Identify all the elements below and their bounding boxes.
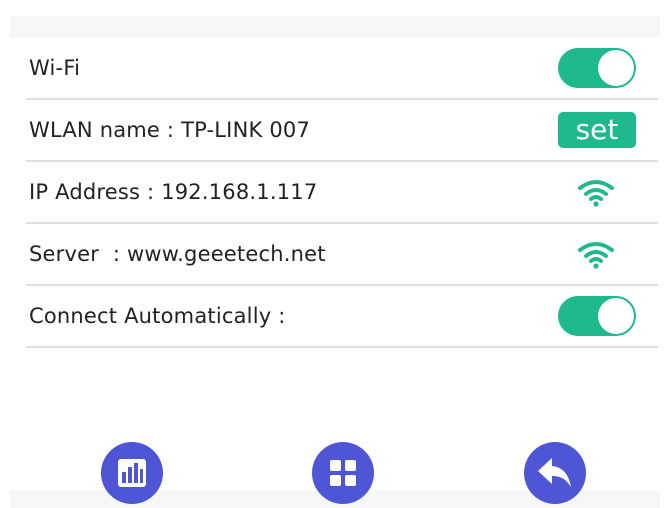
wifi-label: Wi-Fi [29,56,81,80]
grid-menu-icon [330,460,356,486]
wifi-signal-icon [578,242,614,269]
auto-connect-label: Connect Automatically : [29,304,286,328]
wlan-row: WLAN name : TP-LINK 007 set [26,100,658,162]
auto-connect-toggle[interactable] [558,296,636,336]
back-button[interactable] [524,442,586,504]
auto-connect-toggle-knob [598,298,634,334]
ip-address-label: IP Address : 192.168.1.117 [29,180,318,204]
wifi-toggle[interactable] [558,48,636,88]
bar-chart-icon [118,459,146,487]
wifi-toggle-knob [598,50,634,86]
wifi-signal-icon [578,180,614,207]
back-arrow-icon [538,458,571,487]
server-row: Server : www.geeetech.net [26,224,658,286]
server-label: Server : www.geeetech.net [29,242,326,266]
wifi-row: Wi-Fi [26,38,658,100]
menu-button[interactable] [312,442,374,504]
settings-panel: Wi-Fi WLAN name : TP-LINK 007 set IP Add… [26,38,658,348]
top-strip [10,16,660,38]
wifi-settings-screen: Wi-Fi WLAN name : TP-LINK 007 set IP Add… [0,0,670,508]
wlan-name-label: WLAN name : TP-LINK 007 [29,118,311,142]
stats-button[interactable] [101,442,163,504]
set-button[interactable]: set [558,112,636,148]
ip-row: IP Address : 192.168.1.117 [26,162,658,224]
auto-connect-row: Connect Automatically : [26,286,658,348]
